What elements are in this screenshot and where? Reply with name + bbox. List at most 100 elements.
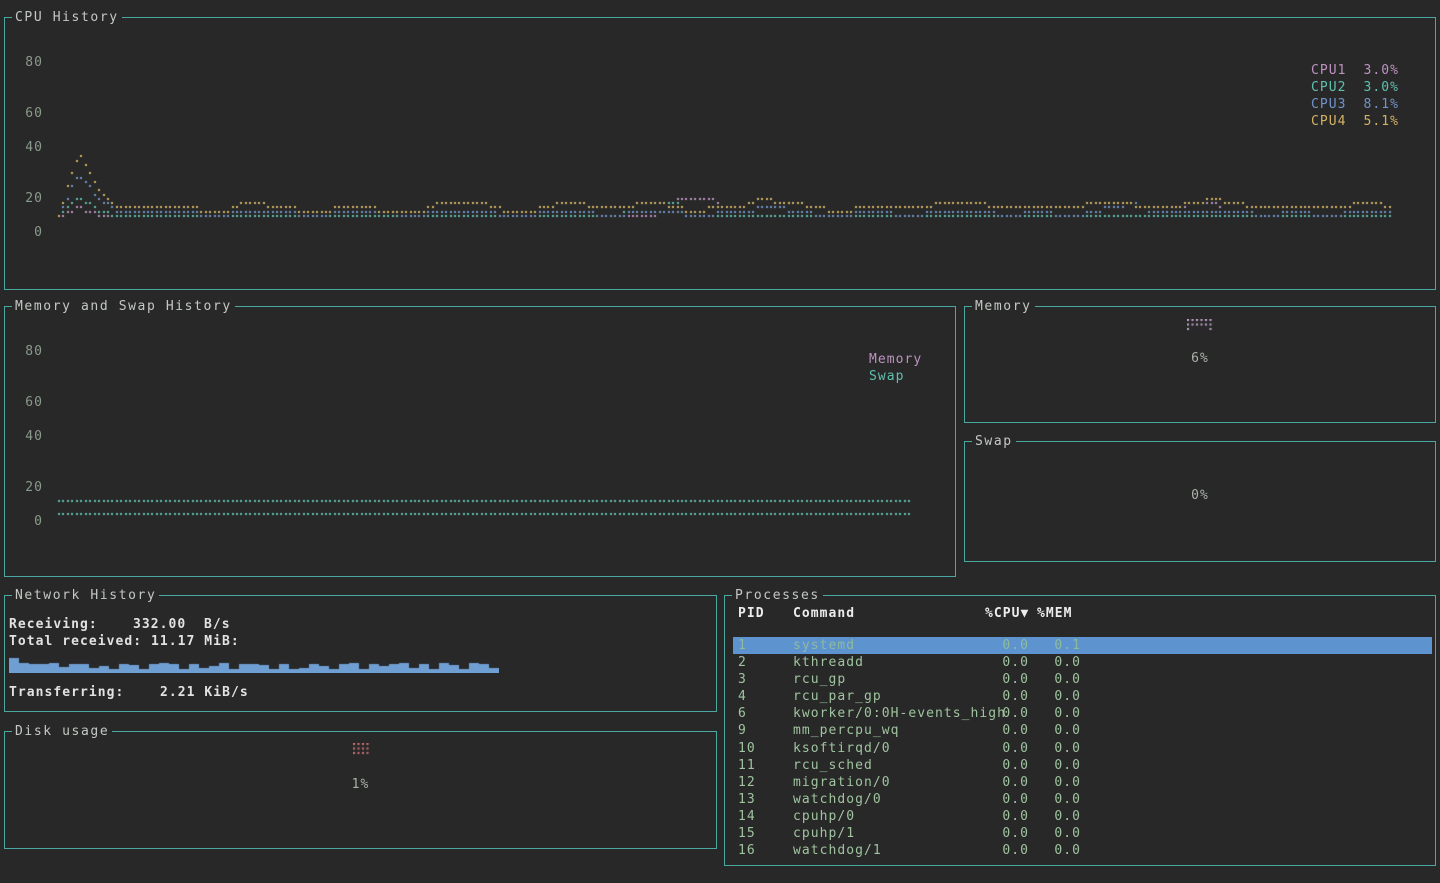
- cpu-cell: 0.0: [985, 705, 1029, 722]
- pid-cell: 12: [738, 774, 793, 791]
- cpu-legend-cpu1: CPU1 3.0%: [1311, 62, 1399, 79]
- cpu-cell: 0.0: [985, 637, 1029, 654]
- process-table-header: PID Command %CPU▼ %MEM: [733, 605, 1432, 622]
- cpu4-value: 5.1%: [1363, 113, 1399, 130]
- cpu-cell: 0.0: [985, 722, 1029, 739]
- cpu-legend-cpu2: CPU2 3.0%: [1311, 79, 1399, 96]
- transferring-label: Transferring:: [9, 684, 124, 701]
- cpu-cell: 0.0: [985, 654, 1029, 671]
- cpu-cell: 0.0: [985, 671, 1029, 688]
- cpu-cell: 0.0: [985, 757, 1029, 774]
- command-cell: watchdog/1: [793, 842, 985, 859]
- cpu1-value: 3.0%: [1363, 62, 1399, 79]
- receiving-label: Receiving:: [9, 616, 98, 633]
- mem-cell: 0.1: [1029, 637, 1081, 654]
- swap-legend-label: Swap: [869, 368, 905, 385]
- disk-usage-title: Disk usage: [12, 723, 112, 740]
- process-row[interactable]: 11rcu_sched0.00.0: [733, 757, 1432, 774]
- mem-cell: 0.0: [1029, 774, 1081, 791]
- pid-cell: 1: [738, 637, 793, 654]
- cpu-legend-cpu4: CPU4 5.1%: [1311, 113, 1399, 130]
- cpu-legend-cpu3: CPU3 8.1%: [1311, 96, 1399, 113]
- pid-cell: 11: [738, 757, 793, 774]
- memory-gauge-percent: 6%: [965, 350, 1435, 367]
- memswap-legend: Memory Swap: [869, 351, 957, 385]
- memory-gauge-dots-icon: [1187, 319, 1213, 333]
- process-row[interactable]: 9mm_percpu_wq0.00.0: [733, 722, 1432, 739]
- cpu-cell: 0.0: [985, 740, 1029, 757]
- cpu-cell: 0.0: [985, 688, 1029, 705]
- command-cell: ksoftirqd/0: [793, 740, 985, 757]
- command-cell: systemd: [793, 637, 985, 654]
- disk-gauge-dots-icon: [353, 743, 371, 757]
- process-row[interactable]: 16watchdog/10.00.0: [733, 842, 1432, 859]
- mem-cell: 0.0: [1029, 722, 1081, 739]
- mem-cell: 0.0: [1029, 671, 1081, 688]
- cpu1-label: CPU1: [1311, 62, 1347, 79]
- network-history-title: Network History: [12, 587, 159, 604]
- mem-cell: 0.0: [1029, 705, 1081, 722]
- memory-swap-history-panel: Memory and Swap History 80 60 40 20 0 Me…: [4, 306, 956, 577]
- command-cell: rcu_sched: [793, 757, 985, 774]
- column-header-mem[interactable]: %MEM: [1037, 605, 1097, 622]
- pid-cell: 14: [738, 808, 793, 825]
- process-row[interactable]: 3rcu_gp0.00.0: [733, 671, 1432, 688]
- cpu-legend: CPU1 3.0% CPU2 3.0% CPU3 8.1% CPU4 5.1%: [1311, 62, 1399, 130]
- network-receive-sparkline: [9, 653, 499, 673]
- column-header-command[interactable]: Command: [793, 605, 985, 622]
- process-table-body: 1systemd0.00.12kthreadd0.00.03rcu_gp0.00…: [733, 637, 1432, 859]
- cpu-cell: 0.0: [985, 842, 1029, 859]
- cpu-cell: 0.0: [985, 791, 1029, 808]
- cpu2-value: 3.0%: [1363, 79, 1399, 96]
- memory-legend-label: Memory: [869, 351, 922, 368]
- mem-cell: 0.0: [1029, 842, 1081, 859]
- process-row-selected[interactable]: 1systemd0.00.1: [733, 637, 1432, 654]
- process-row[interactable]: 12migration/00.00.0: [733, 774, 1432, 791]
- mem-cell: 0.0: [1029, 688, 1081, 705]
- process-row[interactable]: 4rcu_par_gp0.00.0: [733, 688, 1432, 705]
- pid-cell: 6: [738, 705, 793, 722]
- column-gap: [1029, 605, 1037, 622]
- transferring-value: 2.21 KiB/s: [160, 684, 249, 701]
- cpu-cell: 0.0: [985, 825, 1029, 842]
- mem-cell: 0.0: [1029, 757, 1081, 774]
- column-header-cpu-sorted-desc[interactable]: %CPU▼: [985, 605, 1029, 622]
- pid-cell: 2: [738, 654, 793, 671]
- cpu3-label: CPU3: [1311, 96, 1347, 113]
- processes-panel: Processes PID Command %CPU▼ %MEM 1system…: [724, 595, 1436, 866]
- pid-cell: 15: [738, 825, 793, 842]
- processes-title: Processes: [732, 587, 823, 604]
- pid-cell: 3: [738, 671, 793, 688]
- command-cell: rcu_gp: [793, 671, 985, 688]
- swap-legend-row: Swap: [869, 368, 957, 385]
- disk-usage-percent: 1%: [5, 776, 716, 793]
- column-header-pid[interactable]: PID: [738, 605, 793, 622]
- pid-cell: 10: [738, 740, 793, 757]
- process-row[interactable]: 10ksoftirqd/00.00.0: [733, 740, 1432, 757]
- cpu-cell: 0.0: [985, 774, 1029, 791]
- command-cell: cpuhp/1: [793, 825, 985, 842]
- swap-gauge-panel: Swap 0%: [964, 441, 1436, 562]
- disk-usage-panel: Disk usage 1%: [4, 731, 717, 849]
- command-cell: kworker/0:0H-events_high: [793, 705, 985, 722]
- pid-cell: 13: [738, 791, 793, 808]
- process-row[interactable]: 14cpuhp/00.00.0: [733, 808, 1432, 825]
- process-row[interactable]: 2kthreadd0.00.0: [733, 654, 1432, 671]
- process-row[interactable]: 13watchdog/00.00.0: [733, 791, 1432, 808]
- cpu3-value: 8.1%: [1363, 96, 1399, 113]
- pid-cell: 16: [738, 842, 793, 859]
- command-cell: watchdog/0: [793, 791, 985, 808]
- process-row[interactable]: 6kworker/0:0H-events_high0.00.0: [733, 705, 1432, 722]
- mem-cell: 0.0: [1029, 740, 1081, 757]
- receiving-value: 332.00 B/s: [133, 616, 231, 633]
- total-received-line: Total received: 11.17 MiB:: [9, 633, 240, 650]
- memory-legend-row: Memory: [869, 351, 957, 368]
- command-cell: migration/0: [793, 774, 985, 791]
- process-row[interactable]: 15cpuhp/10.00.0: [733, 825, 1432, 842]
- cpu2-label: CPU2: [1311, 79, 1347, 96]
- swap-gauge-percent: 0%: [965, 487, 1435, 504]
- pid-cell: 4: [738, 688, 793, 705]
- cpu-cell: 0.0: [985, 808, 1029, 825]
- command-cell: mm_percpu_wq: [793, 722, 985, 739]
- network-history-panel: Network History Receiving: 332.00 B/s To…: [4, 595, 717, 712]
